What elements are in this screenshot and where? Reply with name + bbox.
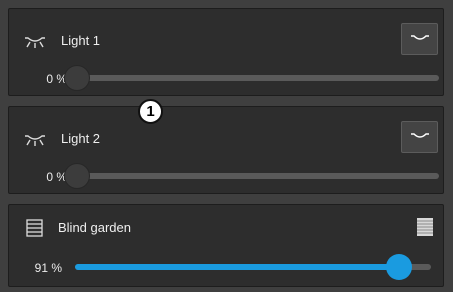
ceiling-light-icon (25, 135, 45, 146)
blind-garden-slider[interactable] (75, 254, 431, 280)
light-1-title: Light 1 (61, 33, 101, 48)
blind-garden-value-label: 91 % (34, 261, 62, 275)
light-2-card: Light 2 0 % (8, 106, 444, 194)
light-2-value-label: 0 % (46, 170, 67, 184)
blind-garden-title: Blind garden (58, 220, 131, 235)
light-1-toggle-button[interactable] (401, 23, 438, 55)
light-2-slider[interactable] (64, 163, 439, 189)
blind-garden-card: Blind garden 91 % (8, 204, 444, 287)
light-2-title: Light 2 (61, 131, 101, 146)
blind-icon (26, 219, 43, 237)
blind-garden-slider-thumb[interactable] (385, 254, 412, 280)
callout-marker: 1 (138, 99, 163, 124)
light-toggle-icon (410, 35, 429, 40)
light-1-value-label: 0 % (46, 72, 67, 86)
blind-closed-icon[interactable] (417, 218, 433, 236)
ceiling-light-icon (25, 37, 45, 48)
light-2-slider-thumb[interactable] (64, 163, 90, 189)
blind-garden-slider-fill (75, 264, 399, 270)
light-1-card: Light 1 0 % (8, 8, 444, 96)
light-toggle-icon (410, 133, 429, 138)
light-1-slider[interactable] (64, 65, 439, 91)
light-2-toggle-button[interactable] (401, 121, 438, 153)
light-1-slider-thumb[interactable] (64, 65, 90, 91)
